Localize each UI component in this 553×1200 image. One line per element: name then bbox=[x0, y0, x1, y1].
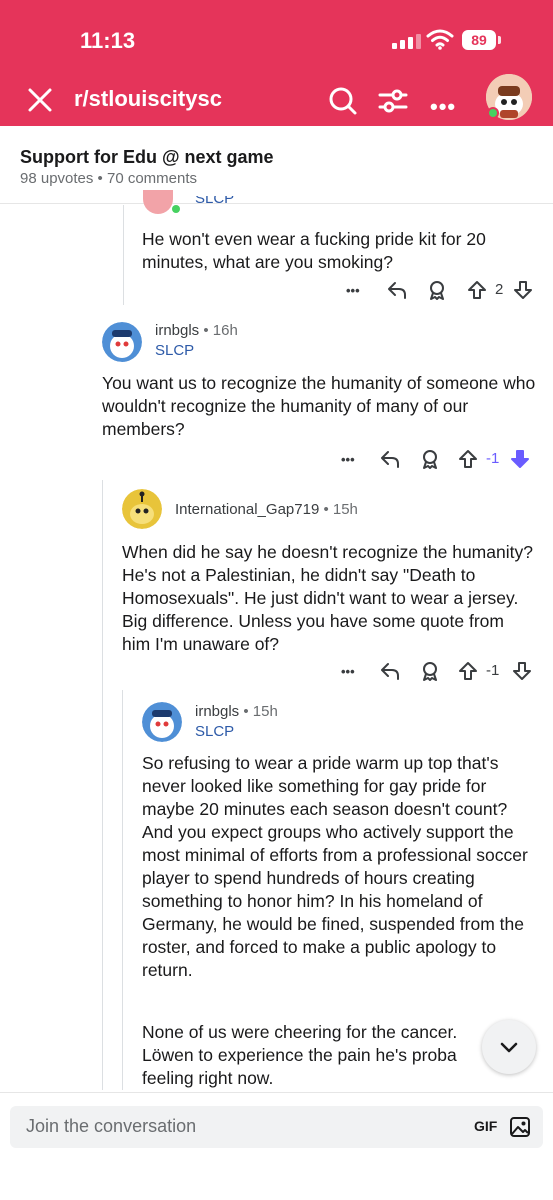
battery-tip bbox=[498, 36, 501, 44]
more-icon[interactable]: ••• bbox=[346, 283, 360, 298]
more-icon[interactable]: ••• bbox=[341, 452, 355, 467]
comment-input[interactable]: Join the conversation GIF bbox=[10, 1106, 543, 1148]
separator-dot: • bbox=[243, 703, 253, 720]
filter-icon[interactable] bbox=[378, 86, 408, 116]
avatar[interactable] bbox=[122, 489, 162, 529]
separator-dot: • bbox=[203, 322, 213, 339]
comment-actions: ••• 2 bbox=[340, 279, 540, 303]
avatar bbox=[143, 190, 173, 214]
user-flair: SLCP bbox=[195, 196, 235, 207]
comment-author[interactable]: irnbgls • 15h bbox=[195, 703, 278, 720]
downvote-icon[interactable] bbox=[509, 448, 531, 470]
close-icon[interactable] bbox=[26, 86, 54, 114]
username[interactable]: irnbgls bbox=[195, 703, 239, 720]
comment-age: 15h bbox=[252, 703, 278, 720]
comment-body: You want us to recognize the humanity of… bbox=[102, 373, 536, 439]
avatar[interactable] bbox=[102, 322, 142, 362]
vote-count: -1 bbox=[486, 450, 500, 467]
upvote-icon[interactable] bbox=[466, 279, 488, 301]
comment-age: 15h bbox=[332, 501, 358, 518]
downvote-icon[interactable] bbox=[511, 660, 533, 682]
comment-age: 16h bbox=[212, 322, 238, 339]
more-icon[interactable]: ••• bbox=[341, 664, 355, 679]
comment-actions: ••• -1 bbox=[335, 660, 540, 684]
subreddit-name[interactable]: r/stlouiscitysc bbox=[74, 86, 222, 112]
reply-icon[interactable] bbox=[379, 448, 401, 470]
upvote-icon[interactable] bbox=[457, 448, 479, 470]
composer-placeholder: Join the conversation bbox=[26, 1116, 197, 1136]
vote-count: 2 bbox=[495, 281, 504, 298]
comment-author[interactable]: International_Gap719 • 15h bbox=[175, 501, 358, 518]
gif-button[interactable]: GIF bbox=[474, 1118, 497, 1134]
thread-line bbox=[123, 205, 124, 305]
comment-body: So refusing to wear a pride warm up top … bbox=[142, 753, 528, 980]
downvote-icon[interactable] bbox=[512, 279, 534, 301]
online-dot bbox=[172, 205, 180, 213]
username[interactable]: International_Gap719 bbox=[175, 501, 319, 518]
reply-icon[interactable] bbox=[379, 660, 401, 682]
composer-bar: Join the conversation GIF bbox=[0, 1092, 553, 1200]
upvote-icon[interactable] bbox=[457, 660, 479, 682]
comment-body: When did he say he doesn't recognize the… bbox=[122, 542, 533, 654]
award-icon[interactable] bbox=[426, 279, 448, 301]
comment-author[interactable]: irnbgls • 16h bbox=[155, 322, 238, 339]
reply-icon[interactable] bbox=[386, 279, 408, 301]
comment-body: He won't even wear a fucking pride kit f… bbox=[142, 229, 486, 272]
scroll-next-button[interactable] bbox=[482, 1020, 536, 1074]
user-flair: SLCP bbox=[195, 723, 235, 740]
comment-body-continued: None of us were cheering for the cancer.… bbox=[142, 1022, 458, 1088]
separator-dot: • bbox=[323, 501, 333, 518]
user-flair: SLCP bbox=[155, 342, 195, 359]
wifi-icon bbox=[426, 29, 454, 50]
chevron-down-icon bbox=[500, 1042, 518, 1053]
online-status-dot bbox=[487, 107, 499, 119]
post-meta: 98 upvotes • 70 comments bbox=[20, 170, 198, 187]
search-icon[interactable] bbox=[328, 86, 358, 116]
app-header: 11:13 89 r/stlouiscitysc ••• bbox=[0, 0, 553, 126]
vote-count: -1 bbox=[486, 662, 500, 679]
award-icon[interactable] bbox=[419, 660, 441, 682]
signal-icon bbox=[392, 34, 421, 49]
post-header: Support for Edu @ next game 98 upvotes •… bbox=[0, 126, 553, 204]
thread-line bbox=[122, 690, 123, 1090]
more-icon[interactable]: ••• bbox=[430, 94, 456, 120]
post-title: Support for Edu @ next game bbox=[20, 147, 274, 167]
battery-indicator: 89 bbox=[462, 30, 496, 50]
avatar[interactable] bbox=[142, 702, 182, 742]
status-time: 11:13 bbox=[80, 28, 136, 53]
username[interactable]: irnbgls bbox=[155, 322, 199, 339]
award-icon[interactable] bbox=[419, 448, 441, 470]
comment-actions: ••• -1 bbox=[335, 448, 540, 472]
thread-line bbox=[102, 480, 103, 1090]
image-icon[interactable] bbox=[508, 1115, 532, 1139]
